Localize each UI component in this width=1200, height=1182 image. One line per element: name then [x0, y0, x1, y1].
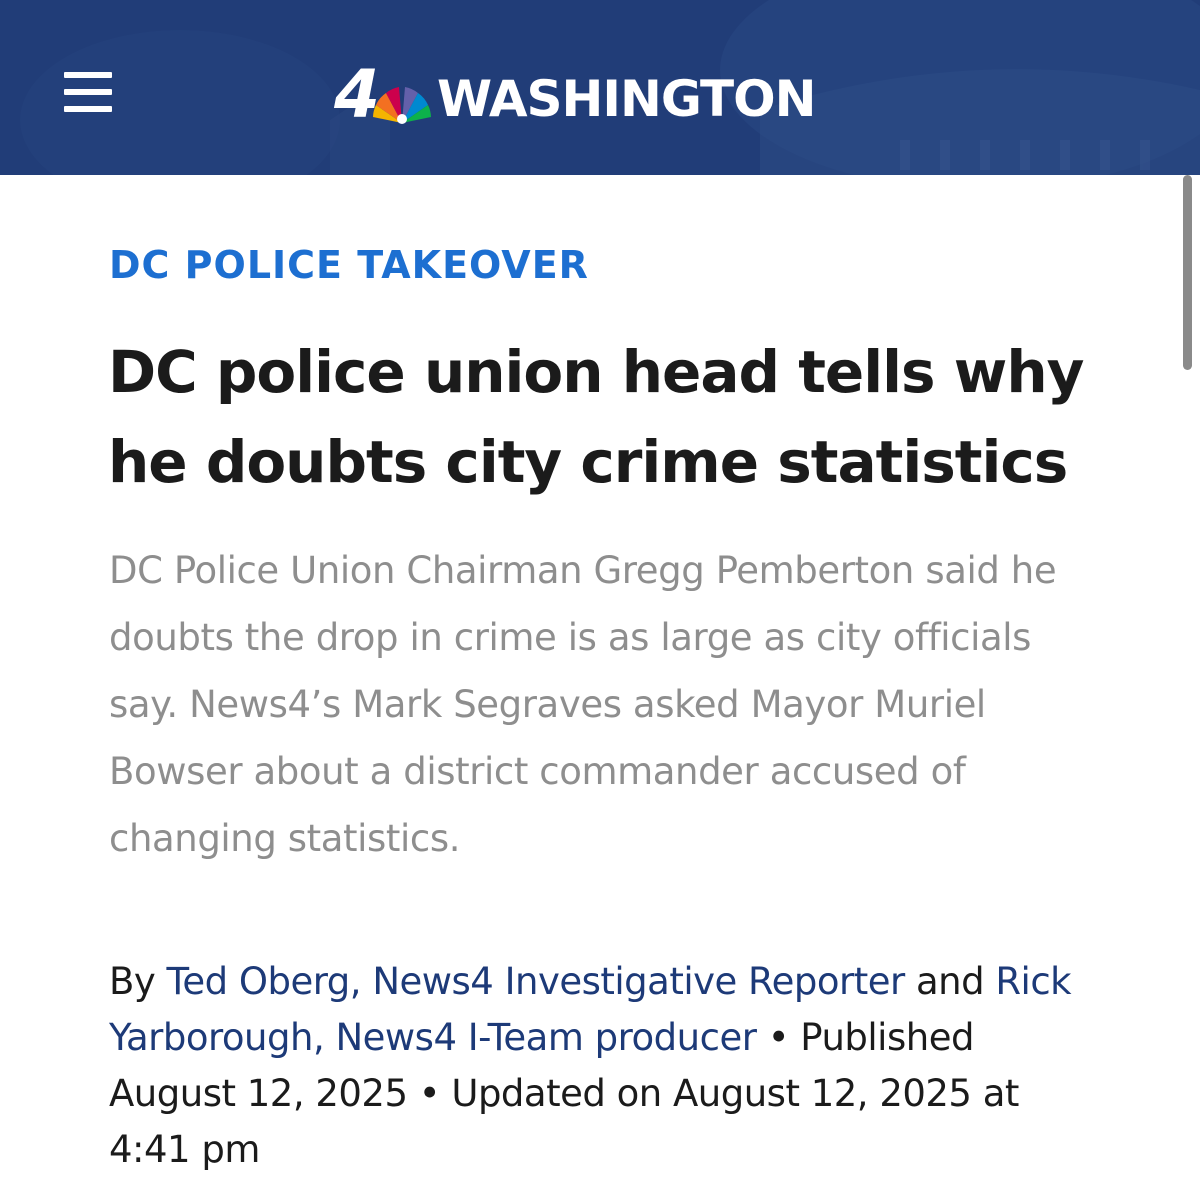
byline-by: By: [109, 960, 156, 1003]
updated-label: • Updated on: [418, 1072, 662, 1115]
article-headline: DC police union head tells why he doubts…: [108, 338, 1084, 496]
article-byline: By Ted Oberg, News4 Investigative Report…: [109, 954, 1109, 1178]
published-date: August 12, 2025: [109, 1072, 408, 1115]
hamburger-menu-icon[interactable]: [64, 72, 112, 112]
author-link-ted-oberg[interactable]: Ted Oberg, News4 Investigative Reporter: [167, 960, 906, 1003]
published-label: • Published: [767, 1016, 975, 1059]
category-label[interactable]: DC POLICE TAKEOVER: [109, 243, 589, 287]
site-header: 4 WASHINGTON: [0, 0, 1200, 175]
nbc4-washington-logo[interactable]: 4 WASHINGTON: [334, 60, 817, 130]
article-summary: DC Police Union Chairman Gregg Pemberton…: [109, 549, 1057, 860]
scrollbar[interactable]: [1183, 175, 1192, 370]
byline-and: and: [915, 960, 985, 1003]
nbc-peacock-icon: [372, 87, 431, 124]
logo-city: WASHINGTON: [436, 70, 817, 128]
